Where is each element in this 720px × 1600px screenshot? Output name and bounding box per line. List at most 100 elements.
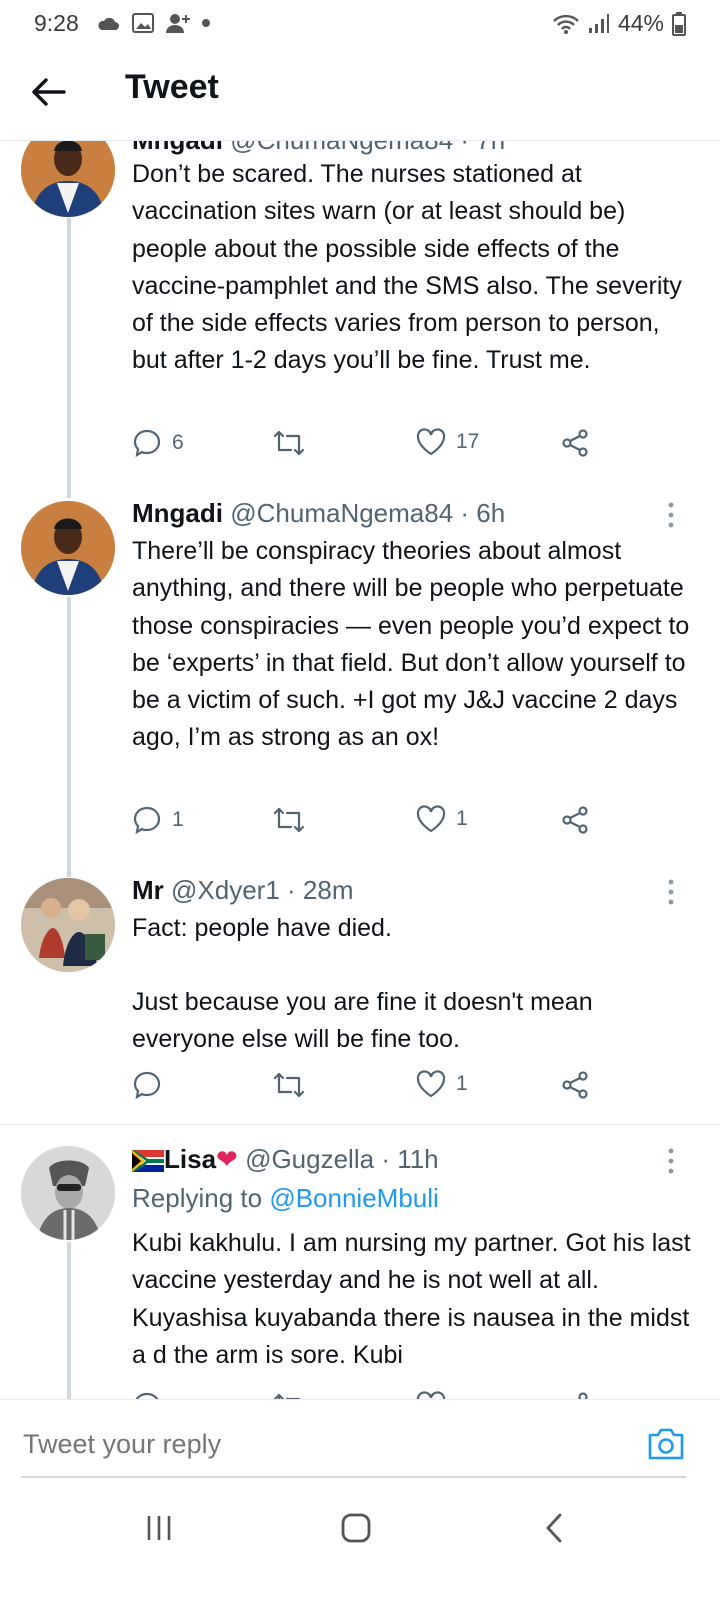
author-name[interactable]: Lisa (164, 1144, 216, 1174)
retweet-icon (273, 1393, 301, 1399)
status-bar: 9:28 44% (0, 0, 720, 44)
tweet-meta: Lisa❤ @Gugzella · 11h (132, 1144, 439, 1179)
user-photo-icon (21, 501, 115, 595)
like-button[interactable]: 1 (416, 805, 468, 833)
retweet-icon (273, 1072, 305, 1098)
south-africa-flag-icon (132, 1148, 164, 1179)
author-handle[interactable]: @ChumaNgema84 (230, 498, 453, 528)
app-header: Tweet (0, 44, 720, 141)
tweet-time: · 6h (460, 498, 506, 528)
reply-button[interactable] (132, 1070, 172, 1100)
reply-input[interactable] (21, 1428, 585, 1461)
heart-icon (416, 805, 446, 833)
reply-icon (133, 1071, 161, 1100)
avatar[interactable] (21, 501, 115, 595)
tweet-text: Fact: people have died. (132, 914, 392, 942)
thread-line (67, 597, 71, 877)
tweet-time: · 11h (381, 1144, 439, 1174)
tweet-actions: 1 1 (132, 805, 602, 845)
tweet-actions (132, 1391, 602, 1399)
author-name[interactable]: Mngadi (132, 141, 223, 155)
like-count: 1 (456, 1072, 468, 1095)
status-right: 44% (552, 10, 686, 37)
reply-button[interactable]: 1 (132, 805, 184, 835)
tweet-time: · 28m (287, 875, 354, 905)
share-button[interactable] (560, 428, 590, 458)
camera-icon[interactable] (646, 1426, 686, 1462)
user-photo-icon (21, 141, 115, 217)
reply-count: 1 (172, 808, 184, 831)
author-name[interactable]: Mr (132, 875, 164, 905)
reply-count: 6 (172, 431, 184, 454)
page-title: Tweet (125, 68, 219, 106)
like-button[interactable] (416, 1391, 446, 1399)
retweet-button[interactable] (272, 805, 316, 835)
tweet-divider (0, 1124, 720, 1125)
tweet-meta: Mngadi @ChumaNgema84 · 7h (132, 141, 505, 156)
heart-emoji-icon: ❤ (216, 1144, 238, 1174)
share-icon (562, 429, 588, 457)
author-handle[interactable]: @Xdyer1 (171, 875, 280, 905)
gallery-icon (132, 13, 154, 33)
tweet-text: Kubi kakhulu. I am nursing my partner. G… (132, 1229, 691, 1369)
like-button[interactable]: 1 (416, 1070, 468, 1098)
user-photo-icon (21, 1146, 115, 1240)
tweet-text: Just because you are fine it doesn't mea… (132, 988, 593, 1054)
tweet-meta: Mr @Xdyer1 · 28m (132, 875, 354, 906)
like-button[interactable]: 17 (416, 428, 479, 456)
more-options-icon[interactable] (664, 1147, 678, 1175)
battery-percent: 44% (617, 10, 664, 36)
user-photo-icon (21, 878, 115, 972)
avatar[interactable] (21, 141, 115, 217)
more-options-icon[interactable] (664, 501, 678, 529)
reply-icon (133, 806, 161, 835)
wifi-icon (553, 14, 579, 34)
avatar[interactable] (21, 878, 115, 972)
share-icon (562, 806, 588, 834)
recent-apps-icon[interactable] (144, 1514, 174, 1542)
reply-button[interactable] (132, 1391, 162, 1399)
heart-icon (416, 1391, 446, 1399)
system-nav-bar (0, 1500, 720, 1600)
battery-icon (672, 11, 686, 36)
retweet-button[interactable] (272, 1070, 316, 1100)
heart-icon (416, 1070, 446, 1098)
tweet-feed[interactable]: Mngadi @ChumaNgema84 · 7h Don’t be scare… (0, 141, 720, 1399)
status-time: 9:28 (34, 10, 79, 36)
heart-icon (416, 428, 446, 456)
share-icon (577, 1392, 588, 1399)
tweet-actions: 1 (132, 1070, 602, 1110)
tweet-meta: Mngadi @ChumaNgema84 · 6h (132, 498, 505, 529)
retweet-button[interactable] (272, 428, 316, 458)
replying-to: Replying to @BonnieMbuli (132, 1183, 439, 1214)
like-count: 17 (456, 430, 480, 453)
share-button[interactable] (560, 805, 590, 835)
reply-icon (133, 429, 161, 458)
author-handle[interactable]: @Gugzella (245, 1144, 374, 1174)
home-icon[interactable] (340, 1512, 372, 1544)
back-nav-icon[interactable] (544, 1512, 564, 1544)
back-arrow-icon[interactable] (28, 72, 68, 112)
share-button[interactable] (560, 1070, 590, 1100)
cloud-icon (98, 17, 119, 30)
tweet-time: · 7h (460, 141, 505, 155)
avatar[interactable] (21, 1146, 115, 1240)
reply-icon (135, 1392, 159, 1399)
author-name[interactable]: Mngadi (132, 498, 223, 528)
reply-underline (21, 1476, 686, 1478)
thread-line (67, 218, 71, 498)
signal-icon (588, 13, 609, 33)
replying-to-prefix: Replying to (132, 1183, 270, 1213)
reply-bar (0, 1399, 720, 1500)
thread-line (67, 1242, 71, 1399)
tweet-text: Don’t be scared. The nurses stationed at… (132, 160, 682, 375)
tweet-text: There’ll be conspiracy theories about al… (132, 537, 690, 752)
share-button[interactable] (560, 1391, 590, 1399)
retweet-icon (273, 430, 305, 456)
retweet-icon (273, 807, 305, 833)
reply-button[interactable]: 6 (132, 428, 184, 458)
retweet-button[interactable] (272, 1391, 306, 1399)
more-options-icon[interactable] (664, 878, 678, 906)
author-handle[interactable]: @ChumaNgema84 (230, 141, 453, 155)
replying-to-link[interactable]: @BonnieMbuli (269, 1183, 438, 1213)
